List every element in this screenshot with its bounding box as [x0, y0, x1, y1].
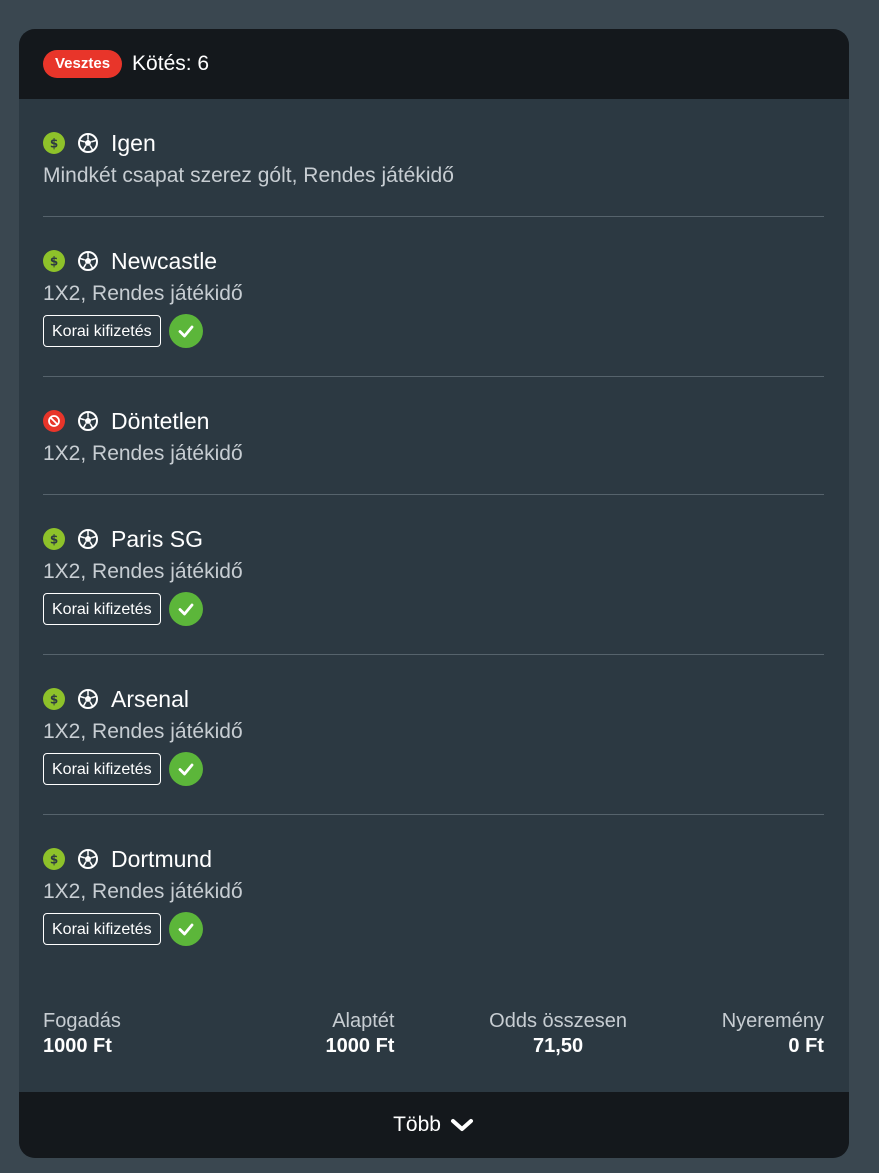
soccer-ball-icon	[78, 529, 98, 549]
selection-item: $ Newcastle 1X2, Rendes játékidő Korai k…	[43, 217, 824, 377]
selection-name: Dortmund	[111, 845, 212, 872]
selection-market: 1X2, Rendes játékidő	[43, 560, 243, 583]
selection-market: 1X2, Rendes játékidő	[43, 720, 243, 743]
check-icon	[168, 912, 203, 946]
summary-value: 71,50	[533, 1035, 584, 1057]
soccer-ball-icon	[78, 411, 98, 431]
more-label: Több	[393, 1113, 441, 1136]
summary-value: 0 Ft	[788, 1035, 824, 1057]
svg-text:$: $	[50, 853, 58, 867]
selection-name: Döntetlen	[111, 407, 210, 434]
summary-label: Nyeremény	[721, 1010, 824, 1032]
soccer-ball-icon	[78, 849, 98, 869]
status-badge: Vesztes	[43, 50, 123, 78]
soccer-ball-icon	[78, 133, 98, 153]
selection-name: Arsenal	[111, 685, 189, 712]
dollar-icon: $	[43, 528, 65, 550]
bet-count-label: Kötés: 6	[132, 52, 210, 75]
check-icon	[168, 752, 203, 786]
selection-item: $ Paris SG 1X2, Rendes játékidő Korai ki…	[43, 495, 824, 655]
cashout-tag: Korai kifizetés	[43, 913, 161, 945]
selection-name: Newcastle	[111, 247, 218, 274]
dollar-icon: $	[43, 688, 65, 710]
selection-list: $ Igen Mindkét csapat szerez gólt, Rende…	[19, 99, 849, 974]
cancel-icon	[43, 410, 65, 432]
bet-card-header: Vesztes Kötés: 6	[19, 29, 849, 99]
dollar-icon: $	[43, 132, 65, 154]
summary-bet-type: Fogadás 1000 Ft	[43, 1010, 121, 1058]
selection-item: Döntetlen 1X2, Rendes játékidő	[43, 377, 824, 495]
svg-text:$: $	[50, 533, 58, 547]
more-button[interactable]: Több	[19, 1092, 849, 1158]
summary-label: Fogadás	[43, 1010, 121, 1032]
check-icon	[168, 592, 203, 626]
soccer-ball-icon	[78, 251, 98, 271]
bet-summary: Fogadás 1000 Ft Alaptét 1000 Ft Odds öss…	[43, 1010, 824, 1058]
selection-item: $ Igen Mindkét csapat szerez gólt, Rende…	[43, 99, 824, 217]
summary-value: 1000 Ft	[43, 1035, 112, 1057]
check-icon	[168, 314, 203, 348]
selection-item: $ Dortmund 1X2, Rendes játékidő Korai ki…	[43, 815, 824, 974]
soccer-ball-icon	[78, 689, 98, 709]
selection-market: 1X2, Rendes játékidő	[43, 880, 243, 903]
dollar-icon: $	[43, 848, 65, 870]
svg-text:$: $	[50, 255, 58, 269]
summary-label: Odds összesen	[489, 1010, 628, 1032]
selection-item: $ Arsenal 1X2, Rendes játékidő Korai kif…	[43, 655, 824, 815]
chevron-down-icon	[450, 1119, 473, 1131]
summary-base-stake: Alaptét 1000 Ft	[326, 1010, 395, 1058]
summary-label: Alaptét	[332, 1010, 395, 1032]
svg-text:$: $	[50, 137, 58, 151]
summary-winnings: Nyeremény 0 Ft	[722, 1010, 824, 1058]
selection-market: 1X2, Rendes játékidő	[43, 442, 243, 465]
selection-name: Paris SG	[111, 525, 204, 552]
selection-market: Mindkét csapat szerez gólt, Rendes játék…	[43, 164, 454, 187]
cashout-tag: Korai kifizetés	[43, 753, 161, 785]
selection-market: 1X2, Rendes játékidő	[43, 282, 243, 305]
cashout-tag: Korai kifizetés	[43, 315, 161, 347]
summary-value: 1000 Ft	[325, 1035, 395, 1057]
dollar-icon: $	[43, 250, 65, 272]
cashout-tag: Korai kifizetés	[43, 593, 161, 625]
svg-text:$: $	[50, 693, 58, 707]
selection-name: Igen	[111, 129, 156, 156]
summary-total-odds: Odds összesen 71,50	[489, 1010, 627, 1058]
bet-card: Vesztes Kötés: 6 $ Igen Mindkét csapat s…	[19, 29, 849, 1158]
